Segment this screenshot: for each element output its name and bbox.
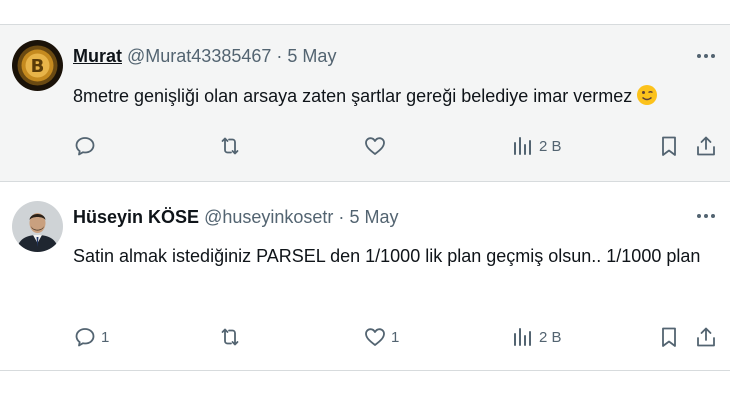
bookmark-button[interactable] [657,131,681,161]
tweet-text: 8metre genişliği olan arsaya zaten şartl… [73,82,713,110]
tweet-feed: B Murat @Murat43385467 · 5 May 8metre ge… [0,0,730,420]
separator: · [338,207,345,227]
reply-count: 1 [101,328,110,346]
author-handle[interactable]: @Murat43385467 [127,46,271,66]
reply-button[interactable]: 1 [73,322,109,352]
tweet-text-content: 8metre genişliği olan arsaya zaten şartl… [73,86,633,106]
author-name[interactable]: Hüseyin KÖSE [73,207,199,227]
views-chart-icon [514,137,531,155]
share-icon [697,327,715,347]
like-count: 1 [391,328,400,346]
tweet-date[interactable]: 5 May [287,46,336,66]
reply-icon [75,328,95,347]
separator: · [276,46,283,66]
tweet-header: Hüseyin KÖSE @huseyinkosetr · 5 May [73,206,398,228]
views-button[interactable]: 2 B [511,322,562,352]
avatar[interactable]: B [12,40,63,91]
more-options-icon[interactable] [694,209,718,223]
share-icon [697,136,715,156]
retweet-button[interactable] [218,322,242,352]
more-options-icon[interactable] [694,49,718,63]
views-count: 2 B [539,328,562,346]
tweet-date[interactable]: 5 May [349,207,398,227]
retweet-button[interactable] [218,131,242,161]
views-chart-icon [514,328,531,346]
views-count: 2 B [539,137,562,155]
share-button[interactable] [694,131,718,161]
share-button[interactable] [694,322,718,352]
retweet-icon [221,137,239,155]
author-handle[interactable]: @huseyinkosetr [204,207,333,227]
reply-icon [75,137,95,156]
tweet[interactable]: B Murat @Murat43385467 · 5 May 8metre ge… [0,24,730,181]
tweet-header: Murat @Murat43385467 · 5 May [73,45,336,67]
like-button[interactable] [363,131,387,161]
svg-text:B: B [31,56,45,77]
tweet-actions: 1 1 2 B [73,322,723,352]
like-button[interactable]: 1 [363,322,399,352]
heart-icon [365,137,385,155]
bookmark-icon [662,327,676,347]
heart-icon [365,328,385,346]
author-name[interactable]: Murat [73,46,122,66]
bookmark-button[interactable] [657,322,681,352]
reply-button[interactable] [73,131,97,161]
retweet-icon [221,328,239,346]
tweet[interactable]: Hüseyin KÖSE @huseyinkosetr · 5 May Sati… [0,181,730,371]
bookmark-icon [662,136,676,156]
avatar[interactable] [12,201,63,252]
tweet-text: Satin almak istediğiniz PARSEL den 1/100… [73,246,701,266]
winking-face-icon [636,84,658,106]
views-button[interactable]: 2 B [511,131,562,161]
tweet-actions: 2 B [73,131,723,161]
